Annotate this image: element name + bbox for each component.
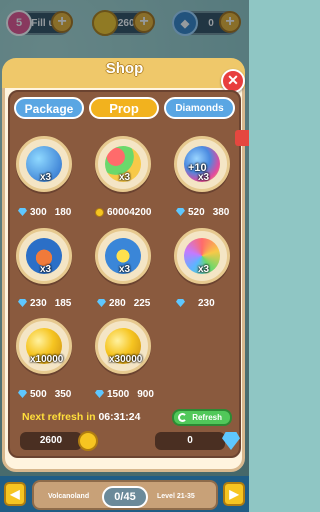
next-refresh-text: Next refresh in 06:31:24: [22, 411, 141, 423]
diamond-icon: [176, 299, 185, 307]
diamond-icon: [176, 208, 185, 216]
shop-item-star-bomb[interactable]: x3: [93, 228, 155, 298]
item-price[interactable]: 1500 900: [95, 387, 154, 401]
item-qty: x3: [198, 172, 210, 183]
item-qty: x10000: [30, 354, 64, 365]
shop-item-plus-ten[interactable]: +10 x3: [172, 136, 234, 206]
shop-item-coins-10000[interactable]: x10000: [14, 318, 76, 388]
item-qty: x3: [119, 172, 131, 183]
refresh-button[interactable]: Refresh: [172, 409, 232, 426]
tab-prop[interactable]: Prop: [89, 97, 159, 119]
item-qty: x3: [40, 172, 52, 183]
area-name: Volcanoland: [48, 493, 90, 500]
shop-title: Shop: [105, 60, 144, 77]
shop-item-coins-30000[interactable]: x30000: [93, 318, 155, 388]
refresh-timer: 06:31:24: [98, 411, 141, 423]
item-qty: x3: [40, 264, 52, 275]
level-range: Level 21-35: [157, 493, 195, 500]
diamond-icon: [18, 299, 27, 307]
next-area-button[interactable]: ▶: [223, 482, 245, 506]
tab-diamonds[interactable]: Diamonds: [164, 97, 235, 119]
item-qty: x3: [119, 264, 131, 275]
item-qty: x3: [198, 264, 210, 275]
area-progress: 0/45: [102, 486, 148, 508]
diamond-balance: 0: [155, 432, 225, 450]
item-price[interactable]: 300 180: [18, 205, 71, 219]
item-price[interactable]: 6000 4200: [95, 205, 152, 219]
diamond-icon: [97, 299, 106, 307]
item-price[interactable]: 230: [176, 296, 215, 310]
item-price[interactable]: 520 380: [176, 205, 229, 219]
item-price[interactable]: 230 185: [18, 296, 71, 310]
side-gift-icon[interactable]: [235, 130, 249, 146]
coin-balance: 2600: [20, 432, 82, 450]
shop-item-ball-bomb[interactable]: x3: [14, 136, 76, 206]
item-price[interactable]: 280 225: [97, 296, 150, 310]
item-qty: x30000: [109, 354, 143, 365]
coin-icon: [78, 431, 98, 451]
refresh-icon: [178, 413, 187, 422]
coin-icon: [95, 207, 104, 217]
diamond-icon: [95, 390, 104, 398]
item-price[interactable]: 500 350: [18, 387, 71, 401]
shop-item-bomb-jar[interactable]: x3: [14, 228, 76, 298]
prev-area-button[interactable]: ◀: [4, 482, 26, 506]
diamond-icon: [18, 208, 27, 216]
diamond-icon: [18, 390, 27, 398]
shop-item-color-balls[interactable]: x3: [93, 136, 155, 206]
tab-package[interactable]: Package: [14, 97, 84, 119]
shop-item-rainbow-ball[interactable]: x3: [172, 228, 234, 298]
